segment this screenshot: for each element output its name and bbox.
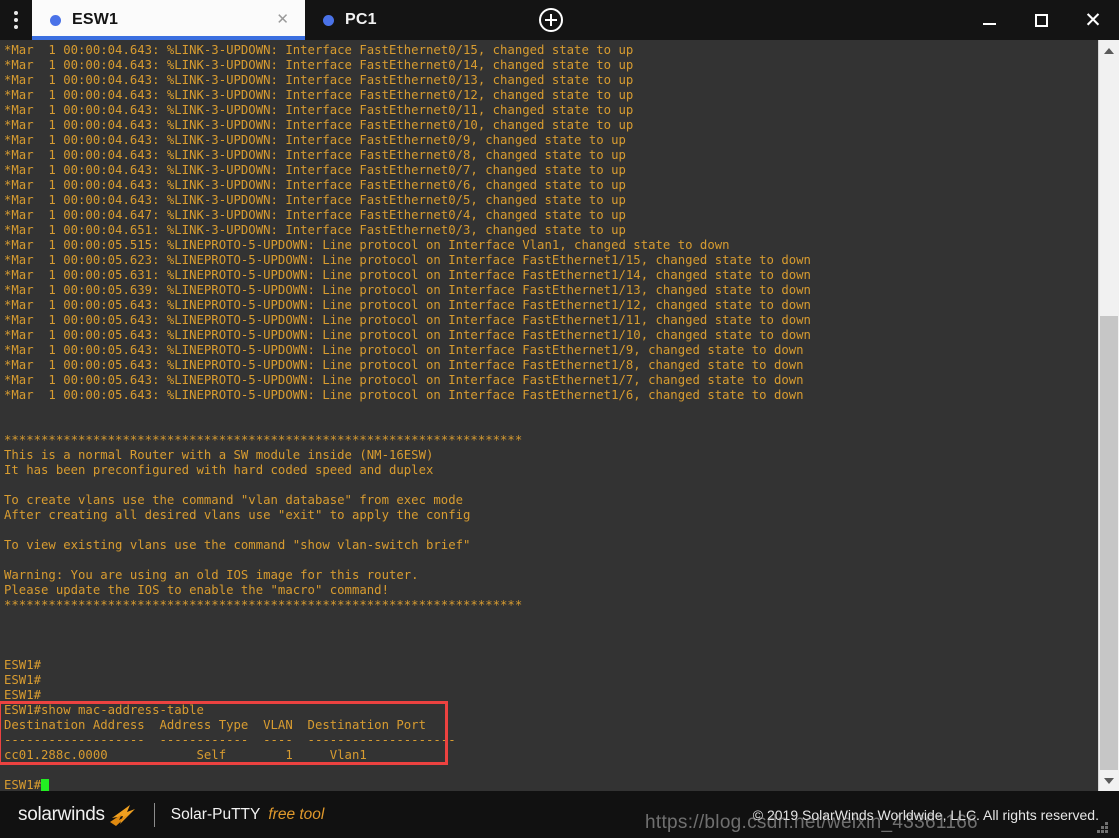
terminal-line: cc01.288c.0000 Self 1 Vlan1 (4, 748, 367, 762)
terminal-prompt-line: ESW1# (4, 778, 1098, 791)
scrollbar-track[interactable] (1099, 61, 1119, 770)
add-tab-button[interactable] (539, 8, 563, 32)
terminal-line: *Mar 1 00:00:05.643: %LINEPROTO-5-UPDOWN… (4, 358, 804, 372)
terminal-line: *Mar 1 00:00:04.643: %LINK-3-UPDOWN: Int… (4, 88, 634, 102)
status-divider (153, 802, 155, 827)
terminal-scrollbar[interactable] (1098, 40, 1119, 791)
terminal-line: *Mar 1 00:00:04.643: %LINK-3-UPDOWN: Int… (4, 148, 626, 162)
terminal-line: *Mar 1 00:00:05.639: %LINEPROTO-5-UPDOWN… (4, 283, 811, 297)
terminal-line: *Mar 1 00:00:04.643: %LINK-3-UPDOWN: Int… (4, 58, 634, 72)
terminal-line: *Mar 1 00:00:05.643: %LINEPROTO-5-UPDOWN… (4, 343, 804, 357)
terminal-line: *Mar 1 00:00:05.643: %LINEPROTO-5-UPDOWN… (4, 388, 804, 402)
terminal-line: *Mar 1 00:00:04.643: %LINK-3-UPDOWN: Int… (4, 43, 634, 57)
terminal-line: It has been preconfigured with hard code… (4, 463, 434, 477)
kebab-menu-icon[interactable] (0, 0, 32, 40)
minimize-button[interactable] (963, 0, 1015, 40)
tab-actions (523, 0, 569, 40)
minimize-icon (982, 23, 996, 25)
close-button[interactable]: ✕ (1067, 0, 1119, 40)
terminal-line: *Mar 1 00:00:04.647: %LINK-3-UPDOWN: Int… (4, 208, 626, 222)
terminal-line: ESW1# (4, 688, 42, 702)
terminal-area: *Mar 1 00:00:04.643: %LINK-3-UPDOWN: Int… (0, 40, 1119, 791)
terminal-line: *Mar 1 00:00:05.643: %LINEPROTO-5-UPDOWN… (4, 298, 811, 312)
close-icon: ✕ (1084, 8, 1102, 32)
tab-pc1-label: PC1 (345, 11, 377, 28)
terminal-line: After creating all desired vlans use "ex… (4, 508, 471, 522)
terminal-line: *Mar 1 00:00:04.651: %LINK-3-UPDOWN: Int… (4, 223, 626, 237)
solarwinds-wordmark: solarwinds (18, 803, 105, 825)
terminal-line: *Mar 1 00:00:04.643: %LINK-3-UPDOWN: Int… (4, 73, 634, 87)
terminal-line: ESW1# (4, 673, 42, 687)
terminal-line: To view existing vlans use the command "… (4, 538, 471, 552)
free-tool-tag: free tool (268, 805, 325, 823)
terminal-line: Warning: You are using an old IOS image … (4, 568, 419, 582)
terminal-line: This is a normal Router with a SW module… (4, 448, 434, 462)
status-bar: solarwinds Solar-PuTTY free tool © 2019 … (0, 791, 1119, 838)
scroll-up-button[interactable] (1099, 40, 1119, 61)
solarwinds-flame-icon (109, 804, 135, 826)
terminal-line: *Mar 1 00:00:05.631: %LINEPROTO-5-UPDOWN… (4, 268, 811, 282)
tab-esw1-close-icon[interactable]: ✕ (266, 12, 293, 29)
terminal-line: ESW1# (4, 658, 42, 672)
maximize-icon (1034, 13, 1048, 27)
terminal-line: *Mar 1 00:00:04.643: %LINK-3-UPDOWN: Int… (4, 193, 626, 207)
terminal-line: *Mar 1 00:00:05.643: %LINEPROTO-5-UPDOWN… (4, 373, 804, 387)
terminal-line: ****************************************… (4, 598, 523, 612)
terminal-line: Destination Address Address Type VLAN De… (4, 718, 426, 732)
terminal-output[interactable]: *Mar 1 00:00:04.643: %LINK-3-UPDOWN: Int… (0, 40, 1098, 791)
terminal-line: *Mar 1 00:00:05.643: %LINEPROTO-5-UPDOWN… (4, 313, 811, 327)
tab-esw1-label: ESW1 (72, 11, 119, 28)
chevron-down-icon (1104, 777, 1114, 784)
window-controls: ✕ (963, 0, 1119, 40)
tab-status-dot-icon (50, 14, 61, 26)
terminal-line: To create vlans use the command "vlan da… (4, 493, 464, 507)
terminal-line: *Mar 1 00:00:05.643: %LINEPROTO-5-UPDOWN… (4, 328, 811, 342)
terminal-line: *Mar 1 00:00:04.643: %LINK-3-UPDOWN: Int… (4, 133, 626, 147)
terminal-line: *Mar 1 00:00:04.643: %LINK-3-UPDOWN: Int… (4, 163, 626, 177)
kebab-dot (14, 18, 18, 22)
copyright-text: © 2019 SolarWinds Worldwide, LLC. All ri… (752, 806, 1099, 823)
tab-esw1[interactable]: ESW1 ✕ (32, 0, 305, 40)
terminal-line: *Mar 1 00:00:04.643: %LINK-3-UPDOWN: Int… (4, 178, 626, 192)
terminal-prompt: ESW1# (4, 778, 42, 791)
tab-pc1[interactable]: PC1 (305, 0, 525, 40)
scrollbar-thumb[interactable] (1100, 316, 1118, 770)
solar-putty-window: ESW1 ✕ PC1 ✕ *Mar 1 00:00:04.643: %LINK-… (0, 0, 1119, 838)
terminal-line: *Mar 1 00:00:04.643: %LINK-3-UPDOWN: Int… (4, 103, 634, 117)
terminal-line: *Mar 1 00:00:05.623: %LINEPROTO-5-UPDOWN… (4, 253, 811, 267)
terminal-line: ****************************************… (4, 433, 523, 447)
kebab-dot (14, 11, 18, 15)
terminal-line: ESW1#show mac-address-table (4, 703, 204, 717)
terminal-line: Please update the IOS to enable the "mac… (4, 583, 389, 597)
title-bar: ESW1 ✕ PC1 ✕ (0, 0, 1119, 40)
terminal-cursor (41, 779, 50, 791)
terminal-line: *Mar 1 00:00:05.515: %LINEPROTO-5-UPDOWN… (4, 238, 730, 252)
kebab-dot (14, 25, 18, 29)
terminal-line: ------------------- ------------ ---- --… (4, 733, 456, 747)
chevron-up-icon (1104, 47, 1114, 54)
scroll-down-button[interactable] (1099, 770, 1119, 791)
product-name: Solar-PuTTY (170, 805, 261, 823)
tab-strip: ESW1 ✕ PC1 (32, 0, 963, 40)
solarwinds-logo: solarwinds (18, 802, 138, 828)
terminal-line: *Mar 1 00:00:04.643: %LINK-3-UPDOWN: Int… (4, 118, 634, 132)
tab-status-dot-icon (323, 14, 334, 26)
maximize-button[interactable] (1015, 0, 1067, 40)
